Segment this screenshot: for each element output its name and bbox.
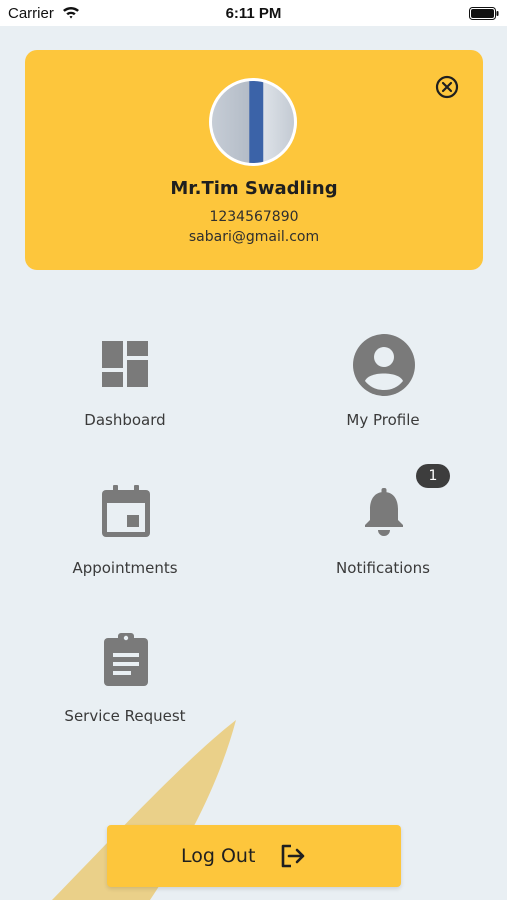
logout-icon <box>279 842 307 870</box>
profile-phone: 1234567890 <box>209 209 299 225</box>
notification-count-badge: 1 <box>416 464 450 488</box>
bell-icon <box>352 481 416 545</box>
profile-name: Mr.Tim Swadling <box>170 178 338 199</box>
menu-item-label: Notifications <box>336 559 430 577</box>
logout-button[interactable]: Log Out <box>107 825 401 887</box>
logout-label: Log Out <box>181 845 256 867</box>
profile-email: sabari@gmail.com <box>188 229 320 245</box>
menu-item-service-request[interactable]: Service Request <box>15 629 235 739</box>
dashboard-icon <box>94 333 158 397</box>
menu-item-label: Dashboard <box>84 411 166 429</box>
clipboard-icon <box>94 629 158 693</box>
battery-icon <box>469 7 499 24</box>
profile-card: Mr.Tim Swadling 1234567890 sabari@gmail.… <box>25 50 483 270</box>
avatar[interactable] <box>209 78 297 166</box>
clock-time: 6:11 PM <box>225 5 282 22</box>
menu-item-label: My Profile <box>346 411 420 429</box>
account-circle-icon <box>352 333 416 397</box>
status-bar: Carrier 6:11 PM <box>0 0 507 26</box>
menu-item-appointments[interactable]: Appointments <box>15 481 235 591</box>
menu-item-label: Appointments <box>72 559 178 577</box>
menu-item-dashboard[interactable]: Dashboard <box>15 333 235 443</box>
menu-item-my-profile[interactable]: My Profile <box>273 333 493 443</box>
menu-item-label: Service Request <box>64 707 186 725</box>
menu-item-notifications[interactable]: Notifications <box>273 481 493 591</box>
calendar-icon <box>94 481 158 545</box>
close-icon[interactable] <box>435 75 459 99</box>
